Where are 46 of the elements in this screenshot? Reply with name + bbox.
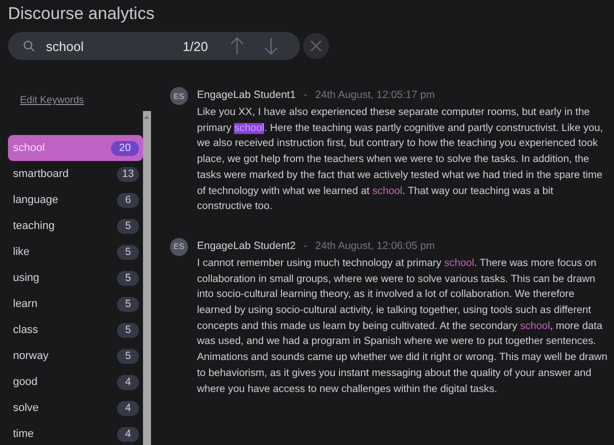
timestamp: 24th August, 12:06:05 pm: [315, 238, 435, 253]
count-badge: 13: [117, 166, 139, 182]
search-field[interactable]: school 1/20: [8, 32, 300, 60]
count-badge: 4: [117, 400, 139, 416]
count-badge: 5: [117, 218, 139, 234]
keyword-item[interactable]: class 5: [8, 317, 143, 343]
count-badge: 4: [117, 426, 139, 442]
count-badge: 6: [117, 192, 139, 208]
keyword-item[interactable]: language 6: [8, 187, 143, 213]
down-arrow-icon[interactable]: [264, 37, 278, 55]
keyword-item[interactable]: learn 5: [8, 291, 143, 317]
keyword-item[interactable]: using 5: [8, 265, 143, 291]
avatar: ES: [170, 238, 188, 256]
keyword-item[interactable]: teaching 5: [8, 213, 143, 239]
keyword-item[interactable]: time 4: [8, 421, 143, 445]
keyword-item[interactable]: like 5: [8, 239, 143, 265]
match-counter: 1/20: [182, 38, 208, 54]
avatar: ES: [170, 87, 188, 105]
keyword-item[interactable]: good 4: [8, 369, 143, 395]
message-text: Like you XX, I have also experienced these separate computer rooms, but early in the primary school. Here the teaching was partly cognitive and partly constructivist. Like you, we also received instruction first, but contrary to how the teaching you experienced took place, we got help from the teachers when we were to solve the tasks. In addition, the tasks were marked by the fact that we actively tested what we had tried in the spare time of technology with what we learned at school. That way our teaching was a bit constructive too.: [197, 106, 604, 214]
keyword-item[interactable]: smartboard 13: [8, 161, 143, 187]
count-badge: 20: [111, 140, 139, 156]
edit-keywords-link[interactable]: Edit Keywords: [20, 95, 84, 106]
count-badge: 5: [117, 244, 139, 260]
message-text: I cannot remember using much technology at primary school. There was more focus on collaboration in small groups, where we were to solve various tasks. This can be drawn into socio-cultural learning theory, as it involved a lot of collaboration. We therefore learned by using socio-cultural activity, ie talking together, using tools such as different concepts and this made us learn by being cultivated. At the secondary school, more data was used, and we had a program in Spanish where we were to put together sentences. Animations and sounds came up whether we did it right or wrong. This may well be drawn to behaviorism, as it gives you instant messaging about the quality of your answer and where you have access to new challenges within the digital tasks.: [197, 256, 608, 397]
scrollbar[interactable]: [143, 111, 151, 445]
keyword-item[interactable]: school 20: [8, 135, 143, 161]
count-badge: 5: [117, 348, 139, 364]
close-button[interactable]: [303, 33, 329, 59]
timestamp: 24th August, 12:05:17 pm: [315, 88, 435, 102]
search-input[interactable]: school: [46, 38, 183, 54]
search-icon: [23, 40, 35, 52]
up-arrow-icon[interactable]: [230, 37, 244, 55]
scroll-up-icon[interactable]: [144, 115, 149, 119]
author-name: EngageLab Student2: [197, 238, 296, 253]
author-name: EngageLab Student1: [197, 88, 296, 102]
keyword-item[interactable]: solve 4: [8, 395, 143, 421]
close-icon: [310, 40, 322, 52]
window-title: Discourse analytics: [8, 4, 156, 24]
separator: -: [304, 238, 308, 253]
count-badge: 4: [117, 374, 139, 390]
separator: -: [304, 88, 308, 102]
keyword-item[interactable]: norway 5: [8, 343, 143, 369]
count-badge: 5: [117, 270, 139, 286]
count-badge: 5: [117, 296, 139, 312]
count-badge: 5: [117, 322, 139, 338]
